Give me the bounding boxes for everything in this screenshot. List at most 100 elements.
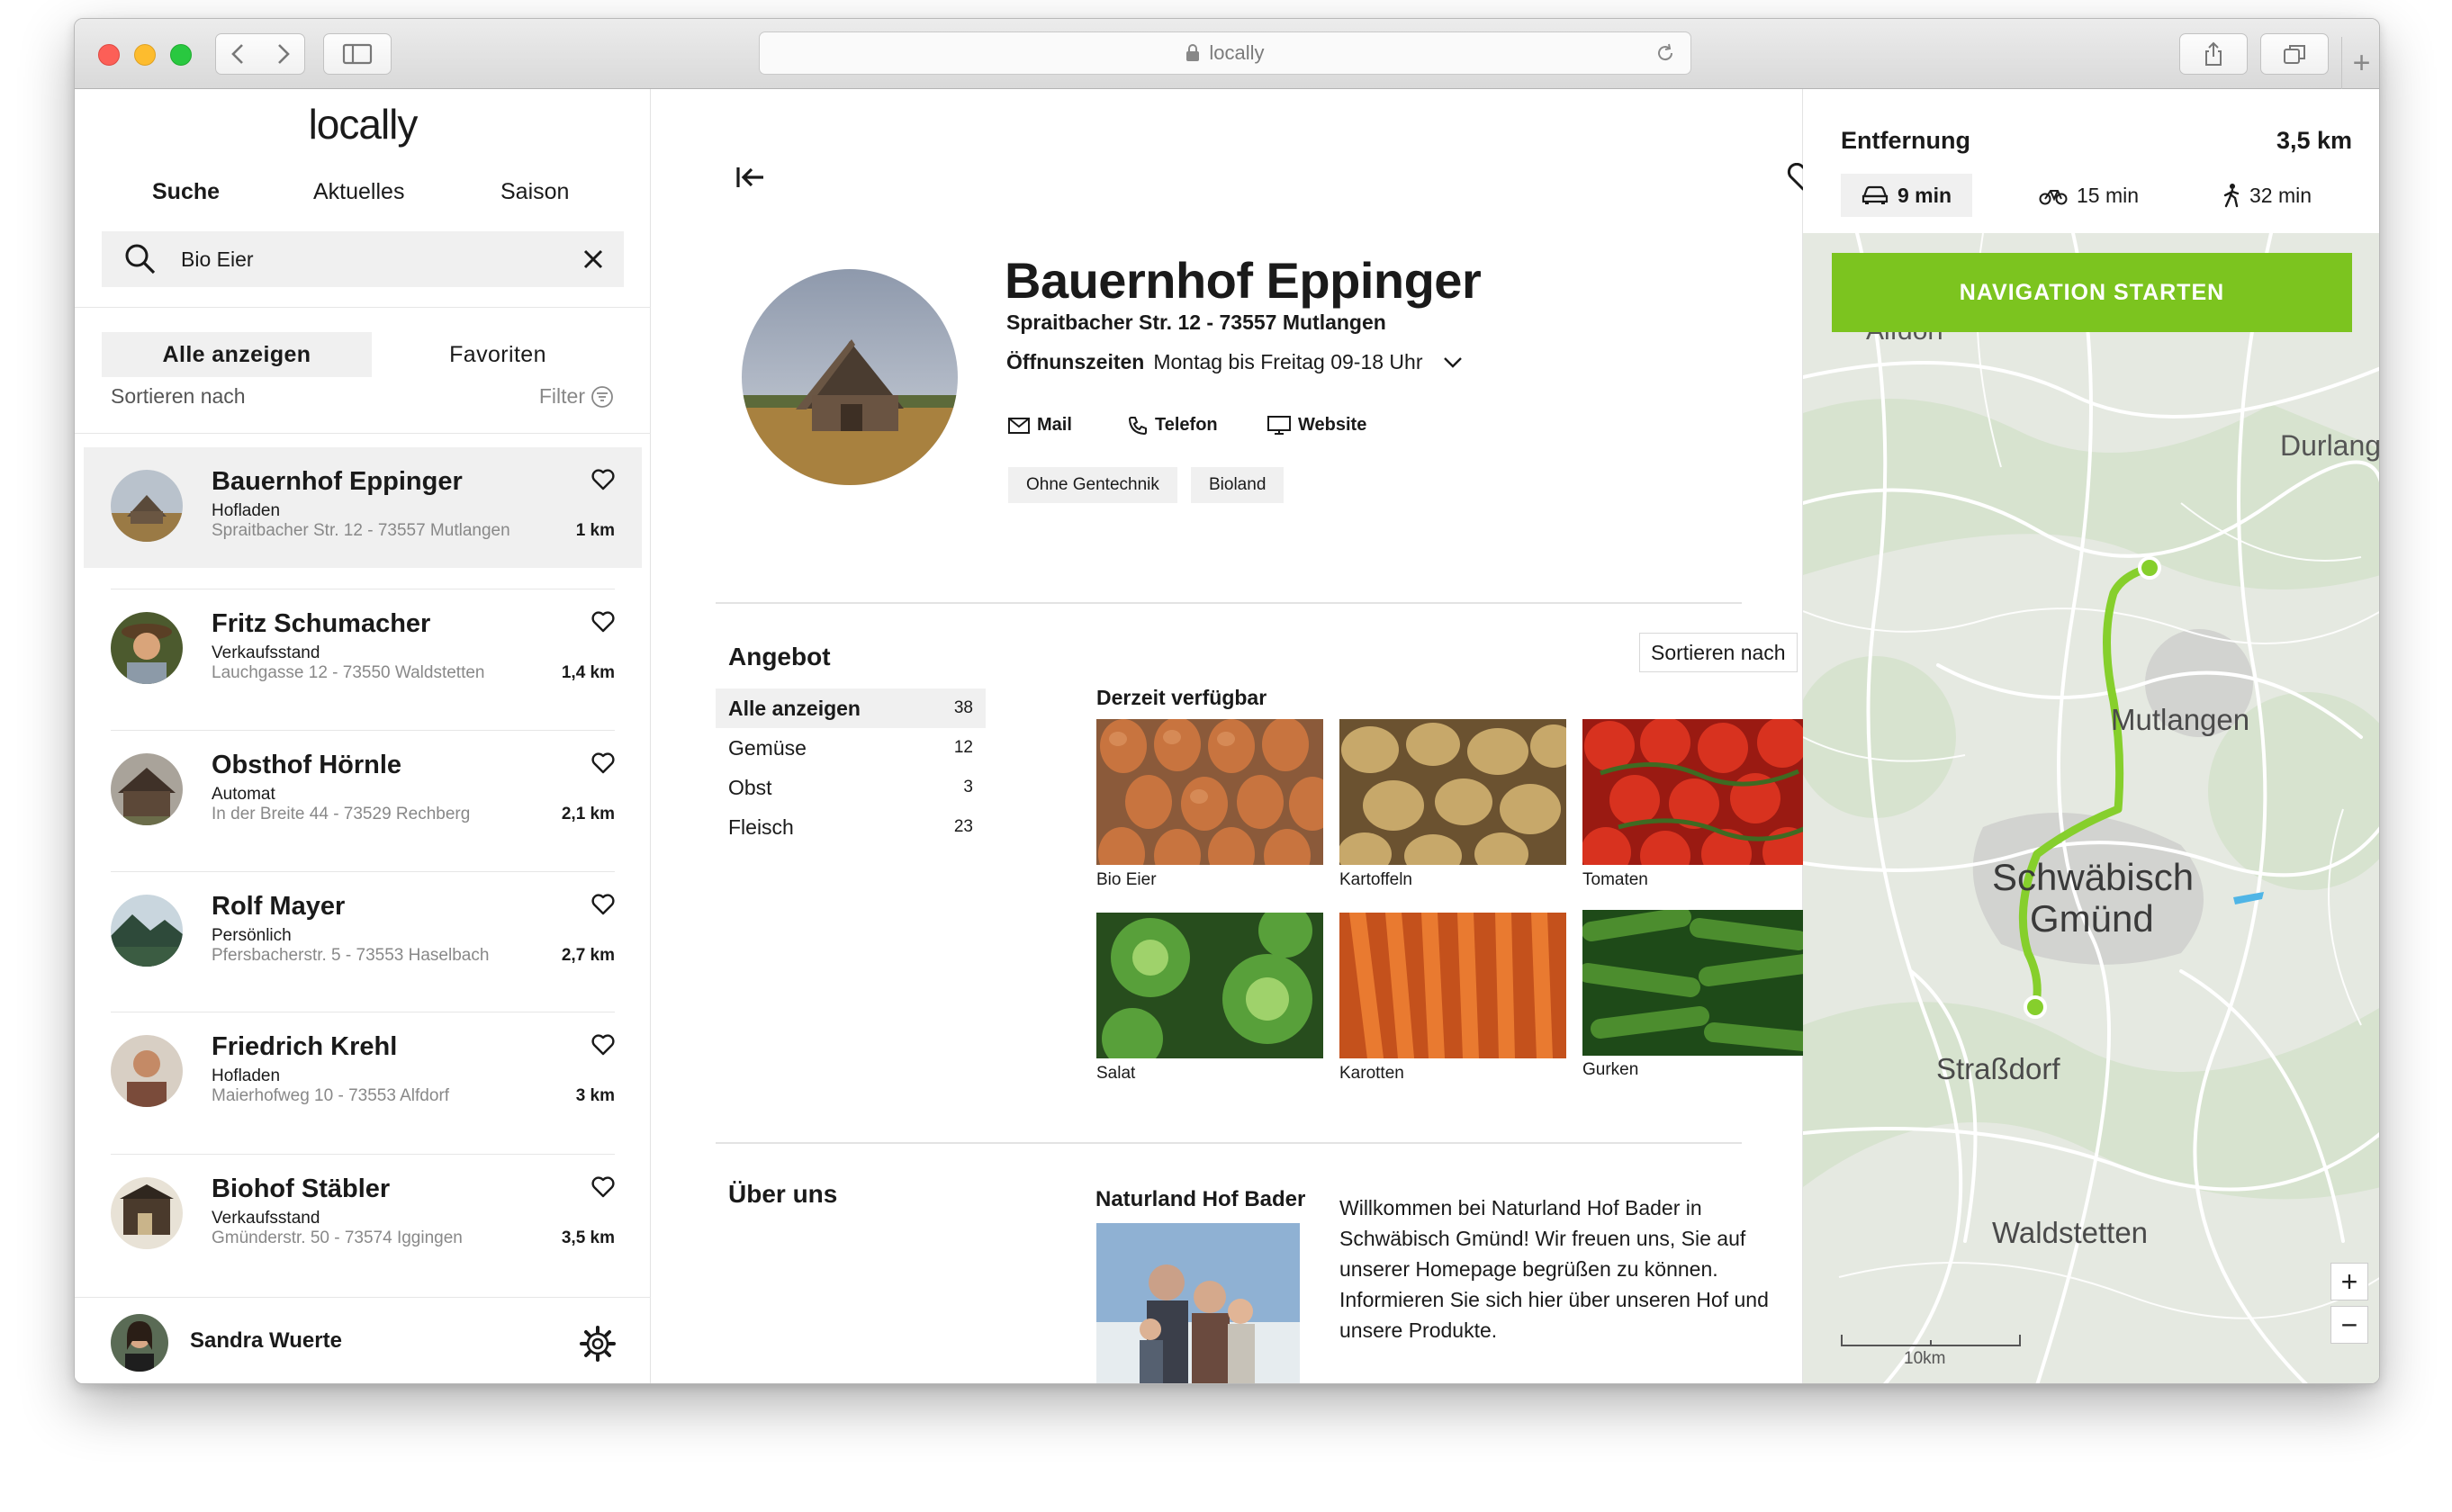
favorite-heart-icon[interactable] xyxy=(591,1034,615,1060)
divider xyxy=(75,433,651,434)
map[interactable]: Alfdorf Durlang Mutlangen Schwäbisch Gmü… xyxy=(1803,233,2380,1383)
zoom-out-button[interactable]: − xyxy=(2330,1306,2368,1344)
left-panel: locally Suche Aktuelles Saison Alle anze… xyxy=(75,89,651,1383)
list-item[interactable]: Biohof Stäbler Verkaufsstand Gmünderstr.… xyxy=(84,1155,642,1275)
user-name: Sandra Wuerte xyxy=(190,1328,342,1353)
favorite-heart-icon[interactable] xyxy=(591,894,615,920)
favorite-heart-icon[interactable] xyxy=(591,611,615,637)
item-address: In der Breite 44 - 73529 Rechberg xyxy=(212,805,471,824)
list-item[interactable]: Fritz Schumacher Verkaufsstand Lauchgass… xyxy=(84,590,642,710)
product-photo-tomatoes[interactable] xyxy=(1582,719,1809,865)
filter-button[interactable]: Filter xyxy=(539,384,614,409)
favorite-heart-icon[interactable] xyxy=(591,469,615,495)
start-marker[interactable] xyxy=(2024,995,2047,1019)
product-label: Bio Eier xyxy=(1096,870,1157,889)
mode-bike-button[interactable]: 15 min xyxy=(2039,174,2139,217)
item-distance: 3 km xyxy=(575,1086,615,1105)
favorites-button[interactable]: Favoriten xyxy=(363,332,633,377)
destination-marker[interactable] xyxy=(2138,556,2161,580)
zoom-window-button[interactable] xyxy=(170,44,192,66)
category-count: 3 xyxy=(963,778,973,796)
map-canvas xyxy=(1803,233,2379,1383)
mail-button[interactable]: Mail xyxy=(1008,415,1072,436)
opening-hours[interactable]: Öffnunszeiten Montag bis Freitag 09-18 U… xyxy=(1006,350,1463,374)
divider xyxy=(716,1142,1742,1144)
map-label-strassdorf: Straßdorf xyxy=(1936,1052,2060,1085)
share-icon xyxy=(2205,41,2222,66)
avatar xyxy=(111,1035,183,1107)
settings-gear-icon[interactable] xyxy=(579,1325,617,1363)
back-icon[interactable] xyxy=(229,42,248,66)
start-navigation-button[interactable]: NAVIGATION STARTEN xyxy=(1832,253,2352,332)
browser-window: locally + locally Suche Aktuelles Saison… xyxy=(74,18,2380,1384)
browser-toolbar: locally + xyxy=(75,19,2379,89)
tag-ohne-gentechnik[interactable]: Ohne Gentechnik xyxy=(1008,467,1177,503)
lock-icon xyxy=(1186,44,1200,61)
map-panel: Entfernung 3,5 km 9 min 15 min 32 min Du… xyxy=(1803,89,2380,1383)
item-type: Hofladen xyxy=(212,1066,281,1085)
new-tab-button[interactable]: + xyxy=(2341,37,2379,89)
item-name: Rolf Mayer xyxy=(212,892,346,921)
item-type: Verkaufsstand xyxy=(212,1209,320,1228)
item-distance: 2,7 km xyxy=(561,946,615,965)
bike-duration: 15 min xyxy=(2077,183,2140,207)
product-photo-potatoes[interactable] xyxy=(1339,719,1566,865)
category-obst[interactable]: Obst 3 xyxy=(716,768,986,807)
product-photo-eggs[interactable] xyxy=(1096,719,1323,865)
phone-label: Telefon xyxy=(1155,415,1218,435)
item-name: Biohof Stäbler xyxy=(212,1174,391,1203)
tag-bioland[interactable]: Bioland xyxy=(1191,467,1285,503)
show-all-button[interactable]: Alle anzeigen xyxy=(102,332,372,377)
list-item[interactable]: Obsthof Hörnle Automat In der Breite 44 … xyxy=(84,731,642,851)
minimize-window-button[interactable] xyxy=(134,44,156,66)
forward-icon[interactable] xyxy=(273,42,293,66)
about-text: Willkommen bei Naturland Hof Bader in Sc… xyxy=(1339,1196,1769,1342)
user-avatar[interactable] xyxy=(111,1314,168,1372)
sort-by-button[interactable]: Sortieren nach xyxy=(111,384,246,409)
tabs-overview-button[interactable] xyxy=(2260,33,2329,75)
product-photo-lettuce[interactable] xyxy=(1096,913,1323,1058)
search-icon[interactable] xyxy=(123,242,158,276)
tab-saison[interactable]: Saison xyxy=(500,179,569,205)
mode-walk-button[interactable]: 32 min xyxy=(2222,174,2312,217)
address-bar[interactable]: locally xyxy=(759,32,1691,75)
favorite-heart-icon[interactable] xyxy=(591,1176,615,1202)
map-label-durlang: Durlang xyxy=(2280,429,2380,462)
category-all[interactable]: Alle anzeigen 38 xyxy=(716,688,986,728)
detail-panel: Bauernhof Eppinger Spraitbacher Str. 12 … xyxy=(651,89,1819,1383)
list-item[interactable]: Friedrich Krehl Hofladen Maierhofweg 10 … xyxy=(84,1012,642,1133)
map-scale-bar xyxy=(1841,1335,2021,1346)
collapse-back-icon[interactable] xyxy=(735,165,766,190)
share-button[interactable] xyxy=(2179,33,2248,75)
app-logo: locally xyxy=(308,101,419,148)
avatar xyxy=(111,612,183,684)
item-name: Obsthof Hörnle xyxy=(212,751,402,779)
mode-car-button[interactable]: 9 min xyxy=(1841,174,1972,217)
category-fleisch[interactable]: Fleisch 23 xyxy=(716,807,986,847)
list-item[interactable]: Rolf Mayer Persönlich Pfersbacherstr. 5 … xyxy=(84,872,642,993)
list-item[interactable]: Bauernhof Eppinger Hofladen Spraitbacher… xyxy=(84,447,642,568)
sidebar-toggle-button[interactable] xyxy=(323,33,392,75)
family-photo xyxy=(1096,1223,1300,1383)
mail-icon xyxy=(1008,417,1030,434)
search-input[interactable] xyxy=(181,247,559,272)
zoom-in-button[interactable]: + xyxy=(2330,1263,2368,1300)
offer-sort-button[interactable]: Sortieren nach xyxy=(1639,633,1798,672)
car-icon xyxy=(1862,185,1889,204)
website-button[interactable]: Website xyxy=(1267,415,1366,436)
tab-aktuelles[interactable]: Aktuelles xyxy=(313,179,404,205)
tab-suche[interactable]: Suche xyxy=(152,179,220,205)
chevron-down-icon[interactable] xyxy=(1443,356,1463,369)
clear-search-icon[interactable] xyxy=(582,248,604,270)
reload-icon[interactable] xyxy=(1654,42,1676,64)
map-label-waldstetten: Waldstetten xyxy=(1992,1216,2149,1249)
url-text: locally xyxy=(1209,41,1265,64)
app-container: locally Suche Aktuelles Saison Alle anze… xyxy=(75,89,2380,1383)
car-duration: 9 min xyxy=(1897,183,1952,207)
product-photo-cucumbers[interactable] xyxy=(1582,910,1809,1056)
phone-button[interactable]: Telefon xyxy=(1128,415,1218,436)
favorite-heart-icon[interactable] xyxy=(591,752,615,778)
product-photo-carrots[interactable] xyxy=(1339,913,1566,1058)
close-window-button[interactable] xyxy=(98,44,120,66)
category-gemuese[interactable]: Gemüse 12 xyxy=(716,728,986,768)
